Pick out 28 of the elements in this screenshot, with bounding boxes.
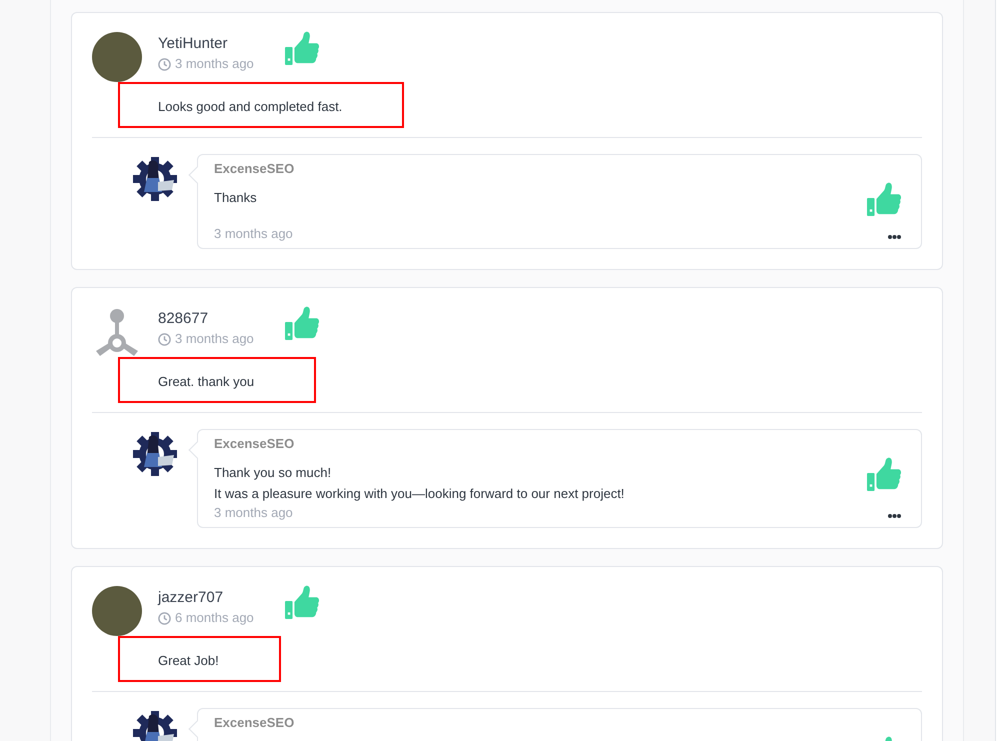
reply-text: Thanks [214, 189, 258, 207]
clock-icon [158, 58, 171, 70]
review-text: Great Job! [158, 652, 219, 670]
review-text: Looks good and completed fast. [158, 98, 342, 116]
thumbs-up-icon[interactable] [285, 585, 319, 619]
thumbs-up-icon[interactable] [867, 457, 901, 491]
reply-time: 3 months ago [214, 504, 294, 522]
reviewer-name[interactable]: YetiHunter [158, 34, 285, 54]
reviewer-name[interactable]: 828677 [158, 309, 285, 329]
review-time: 6 months ago [175, 610, 254, 626]
clock-icon [158, 332, 171, 346]
more-options-icon[interactable] [888, 235, 901, 239]
more-options-icon[interactable] [888, 514, 901, 518]
avatar-photo-placeholder [92, 586, 142, 636]
avatar-photo-placeholder [92, 32, 142, 82]
review-time: 3 months ago [175, 331, 254, 347]
review-text: Great. thank you [158, 373, 254, 391]
gear-avatar-icon [132, 431, 178, 477]
reply-text: It was a pleasure working with you—looking forward to our next project! [214, 485, 626, 503]
thumbs-up-icon[interactable] [867, 182, 901, 216]
reply-time: 3 months ago [214, 225, 294, 243]
reviewer-name[interactable]: jazzer707 [158, 588, 285, 608]
reply-text: Thank you so much! [214, 464, 332, 482]
thumbs-up-icon[interactable] [285, 306, 319, 340]
review-time: 3 months ago [175, 56, 254, 72]
clock-icon [158, 612, 171, 624]
gear-avatar-icon [132, 156, 178, 202]
thumbs-up-icon[interactable] [285, 31, 319, 65]
